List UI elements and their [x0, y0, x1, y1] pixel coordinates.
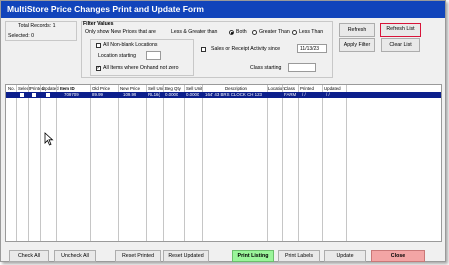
col-header-class: Class	[284, 86, 295, 91]
column-divider	[298, 85, 299, 241]
column-divider	[16, 85, 17, 241]
radio-greater-than[interactable]	[252, 30, 257, 35]
cell-old-price[interactable]: 89.99	[92, 92, 103, 98]
reset-updated-button[interactable]: Reset Updated	[163, 250, 209, 262]
clear-list-button[interactable]: Clear List	[381, 38, 420, 52]
location-starting-input[interactable]	[146, 51, 161, 60]
column-divider	[202, 85, 203, 241]
all-nonblank-locations-checkbox[interactable]	[96, 43, 101, 48]
all-items-onhand-checkbox[interactable]	[96, 65, 101, 71]
col-header-new-price: New Price	[120, 86, 141, 91]
close-button[interactable]: Close	[371, 250, 425, 262]
col-header-description: Description	[225, 86, 247, 91]
column-divider	[282, 85, 283, 241]
radio-less-than-label: Less Than	[299, 29, 324, 35]
sales-receipt-checkbox[interactable]	[201, 47, 206, 52]
column-divider	[163, 85, 164, 241]
class-starting-input[interactable]	[288, 63, 316, 72]
cell-sell-unit-2[interactable]: 0.0000	[186, 92, 199, 98]
column-divider	[56, 85, 57, 241]
less-greater-label: Less & Greater than	[171, 29, 218, 35]
cell-updated[interactable]: / /	[326, 92, 330, 98]
cell-beg-qty[interactable]: 0.0000	[165, 92, 178, 98]
total-records-label: Total Records: 1	[18, 23, 56, 29]
column-divider	[118, 85, 119, 241]
radio-both[interactable]	[229, 30, 234, 35]
column-divider	[90, 85, 91, 241]
column-divider	[40, 85, 41, 241]
reset-printed-button[interactable]: Reset Printed	[115, 250, 161, 262]
filter-heading: Filter Values	[83, 21, 114, 27]
uncheck-all-button[interactable]: Uncheck All	[54, 250, 96, 262]
radio-greater-than-label: Greater Than	[259, 29, 290, 35]
print-listing-button[interactable]: Print Listing	[232, 250, 274, 262]
selected-count-label: Selected: 0	[8, 33, 34, 39]
cell-sell-unit[interactable]: RL16(	[148, 92, 162, 98]
col-header-printed-2: Printed	[300, 86, 314, 91]
print-labels-button[interactable]: Print Labels	[278, 250, 320, 262]
main-window: MultiStore Price Changes Print and Updat…	[0, 0, 446, 262]
row-updated-checkbox[interactable]	[46, 93, 50, 97]
location-starting-label: Location starting	[98, 53, 137, 59]
cell-printed[interactable]: / /	[302, 92, 306, 98]
sales-receipt-label: Sales or Receipt Activity since	[211, 46, 281, 52]
all-items-onhand-label: All Items where Onhand not zero	[103, 65, 179, 71]
col-header-beg-qty: Beg Qty	[165, 86, 181, 91]
refresh-button[interactable]: Refresh	[339, 23, 375, 37]
col-header-no: No.	[8, 86, 15, 91]
column-divider	[346, 85, 347, 241]
radio-both-label: Both	[236, 29, 247, 35]
col-header-sell-unit: Sell Unit	[148, 86, 165, 91]
all-nonblank-locations-label: All Non-blank Locations	[103, 42, 158, 48]
col-header-updated-2: Updated	[324, 86, 341, 91]
apply-filter-button[interactable]: Apply Filter	[339, 38, 375, 52]
row-select-checkbox[interactable]	[20, 93, 24, 97]
update-button[interactable]: Update	[324, 250, 366, 262]
cell-description[interactable]: 164' 43 BRS CLOCK CH 123	[205, 92, 266, 98]
mouse-cursor-icon	[44, 132, 54, 146]
only-show-label: Only show New Prices that are	[85, 29, 156, 35]
sales-receipt-date-input[interactable]: 11/13/23	[297, 44, 327, 53]
cell-new-price[interactable]: 109.99	[123, 92, 136, 98]
price-changes-table[interactable]: No. Select Printed Updated Item ID Old P…	[5, 84, 442, 242]
refresh-list-button[interactable]: Refresh List	[380, 23, 421, 37]
column-divider	[28, 85, 29, 241]
column-divider	[322, 85, 323, 241]
radio-less-than[interactable]	[292, 30, 297, 35]
column-divider	[267, 85, 268, 241]
col-header-old-price: Old Price	[92, 86, 111, 91]
col-header-item-id: Item ID	[60, 86, 75, 91]
window-title: MultiStore Price Changes Print and Updat…	[1, 1, 445, 18]
cell-class[interactable]: FARM	[284, 92, 297, 98]
col-header-sell-unit-2: Sell Unit	[186, 86, 203, 91]
cell-item-id[interactable]: 709709	[64, 92, 79, 98]
row-printed-checkbox[interactable]	[32, 93, 36, 97]
class-starting-label: Class starting	[250, 65, 282, 71]
column-divider	[184, 85, 185, 241]
column-divider	[146, 85, 147, 241]
check-all-button[interactable]: Check All	[9, 250, 49, 262]
